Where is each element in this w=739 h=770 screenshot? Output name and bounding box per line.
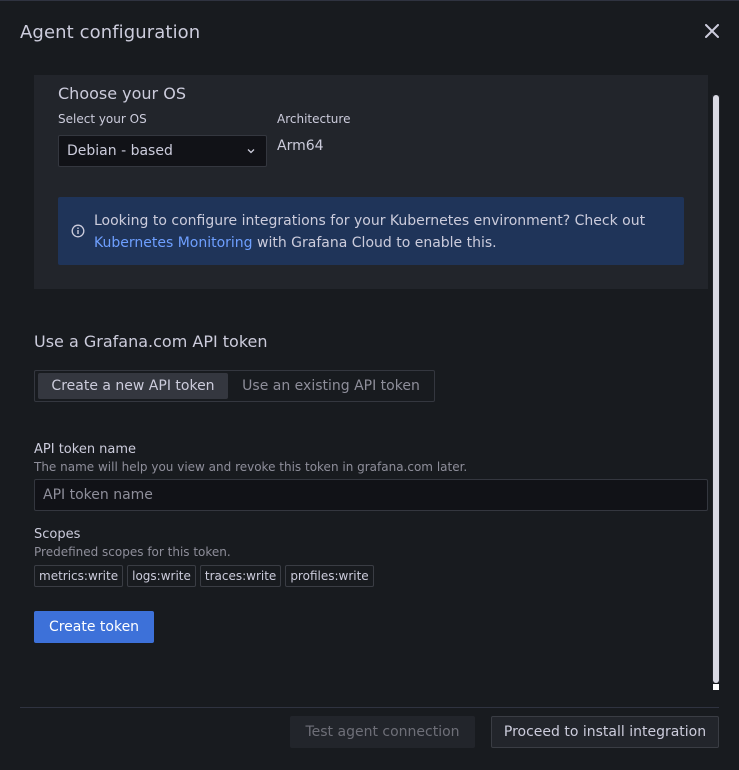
scopes-list: metrics:write logs:write traces:write pr… bbox=[34, 565, 374, 587]
os-select[interactable]: Debian - based bbox=[58, 135, 267, 167]
close-icon bbox=[705, 24, 719, 38]
modal-body: Choose your OS Select your OS Architectu… bbox=[0, 75, 739, 695]
scope-tag: metrics:write bbox=[34, 565, 124, 587]
proceed-to-install-button[interactable]: Proceed to install integration bbox=[491, 716, 719, 748]
architecture-label: Architecture bbox=[277, 112, 351, 126]
token-name-input[interactable] bbox=[34, 479, 708, 511]
kubernetes-monitoring-link[interactable]: Kubernetes Monitoring bbox=[94, 235, 253, 251]
info-icon bbox=[71, 224, 85, 238]
use-existing-token-option[interactable]: Use an existing API token bbox=[232, 373, 430, 399]
os-section: Choose your OS Select your OS Architectu… bbox=[34, 75, 708, 289]
scopes-description: Predefined scopes for this token. bbox=[34, 545, 231, 559]
scope-tag: logs:write bbox=[127, 565, 196, 587]
alert-text-before: Looking to configure integrations for yo… bbox=[94, 213, 646, 229]
alert-text: Looking to configure integrations for yo… bbox=[94, 210, 674, 254]
create-new-token-option[interactable]: Create a new API token bbox=[38, 373, 228, 399]
footer-divider bbox=[20, 707, 719, 708]
token-mode-radio-group: Create a new API token Use an existing A… bbox=[34, 370, 435, 402]
chevron-down-icon bbox=[247, 149, 255, 154]
scrollbar-thumb[interactable] bbox=[713, 95, 719, 683]
api-token-heading: Use a Grafana.com API token bbox=[34, 332, 268, 351]
modal-title: Agent configuration bbox=[20, 22, 201, 43]
scopes-label: Scopes bbox=[34, 527, 81, 542]
architecture-value: Arm64 bbox=[277, 138, 324, 154]
close-button[interactable] bbox=[702, 21, 722, 41]
select-os-label: Select your OS bbox=[58, 112, 147, 126]
token-name-description: The name will help you view and revoke t… bbox=[34, 460, 468, 474]
scope-tag: profiles:write bbox=[285, 565, 374, 587]
alert-text-after: with Grafana Cloud to enable this. bbox=[252, 235, 497, 251]
agent-configuration-modal: Agent configuration Choose your OS Selec… bbox=[0, 0, 739, 770]
test-agent-connection-button[interactable]: Test agent connection bbox=[290, 716, 475, 748]
os-heading: Choose your OS bbox=[58, 84, 186, 103]
scrollbar[interactable] bbox=[712, 95, 720, 691]
scrollbar-corner bbox=[712, 683, 720, 691]
token-name-label: API token name bbox=[34, 442, 137, 457]
os-select-value: Debian - based bbox=[67, 143, 173, 159]
create-token-button[interactable]: Create token bbox=[34, 611, 154, 643]
scope-tag: traces:write bbox=[199, 565, 282, 587]
kubernetes-info-alert: Looking to configure integrations for yo… bbox=[58, 197, 684, 265]
